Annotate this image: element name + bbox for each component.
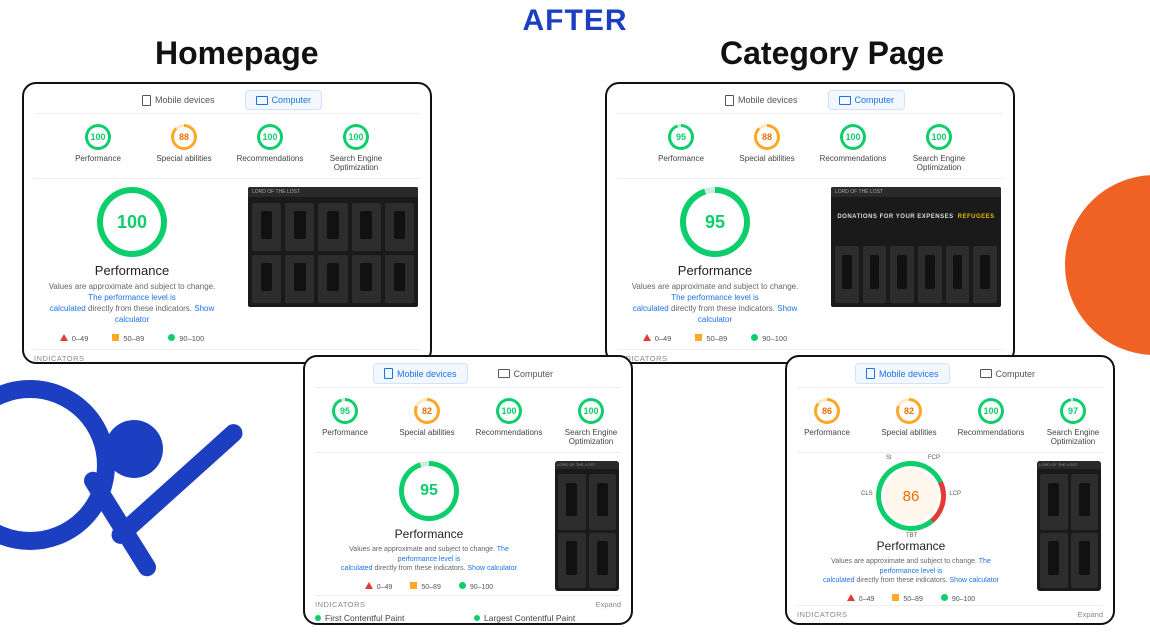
desktop-icon: [256, 96, 268, 105]
decor-stick: [108, 420, 246, 547]
link-calculated[interactable]: calculated: [50, 304, 86, 313]
indicators-heading: INDICATORS: [34, 354, 85, 363]
tab-mobile[interactable]: Mobile devices: [715, 91, 808, 110]
triangle-icon: [60, 334, 68, 341]
heading-homepage: Homepage: [155, 35, 319, 72]
square-icon: [112, 334, 119, 341]
card-homepage-mobile: Mobile devices Computer 95Performance 82…: [303, 355, 633, 625]
decor-stick: [81, 468, 160, 579]
heading-category: Category Page: [720, 35, 944, 72]
link-level[interactable]: The performance level is: [88, 293, 176, 302]
link-level[interactable]: The performance level is: [671, 293, 759, 302]
expand-button[interactable]: Expand: [1078, 610, 1103, 619]
circle-icon: [168, 334, 175, 341]
tabs-row: Mobile devices Computer: [24, 84, 430, 113]
summary-scores: 100Performance 88Special abilities 100Re…: [24, 114, 430, 178]
screenshot-preview-mobile: LORD OF THE LOST: [1037, 461, 1101, 591]
link-calculated[interactable]: calculated: [633, 304, 669, 313]
perf-gauge: 100: [97, 187, 167, 257]
tab-mobile[interactable]: Mobile devices: [132, 91, 225, 110]
decor-blue-ring: [0, 380, 115, 550]
screenshot-preview: LORD OF THE LOST DONATIONS FOR YOUR EXPE…: [831, 187, 1001, 307]
screenshot-preview-mobile: LORD OF THE LOST: [555, 461, 619, 591]
screenshot-preview: LORD OF THE LOST: [248, 187, 418, 307]
tab-computer[interactable]: Computer: [488, 365, 564, 383]
perf-title: Performance: [95, 263, 169, 278]
card-category-desktop: Mobile devices Computer 95Performance 88…: [605, 82, 1015, 364]
tab-computer[interactable]: Computer: [970, 365, 1046, 383]
perf-description: Values are approximate and subject to ch…: [44, 282, 220, 325]
tab-mobile[interactable]: Mobile devices: [373, 363, 468, 384]
decor-orange-circle: [1065, 175, 1150, 355]
tab-computer[interactable]: Computer: [828, 90, 906, 110]
title-after: AFTER: [0, 4, 1150, 38]
score-legend: 0–49 50–89 90–100: [60, 334, 205, 343]
card-homepage-desktop: Mobile devices Computer 100Performance 8…: [22, 82, 432, 364]
expand-button[interactable]: Expand: [596, 600, 621, 609]
tab-mobile[interactable]: Mobile devices: [855, 363, 950, 384]
perf-radial-gauge: 86 SI FCP LCP TBT CLS: [876, 461, 946, 531]
card-category-mobile: Mobile devices Computer 86Performance 82…: [785, 355, 1115, 625]
decor-blue-dot: [105, 420, 163, 478]
tab-computer[interactable]: Computer: [245, 90, 323, 110]
mobile-icon: [142, 95, 151, 106]
